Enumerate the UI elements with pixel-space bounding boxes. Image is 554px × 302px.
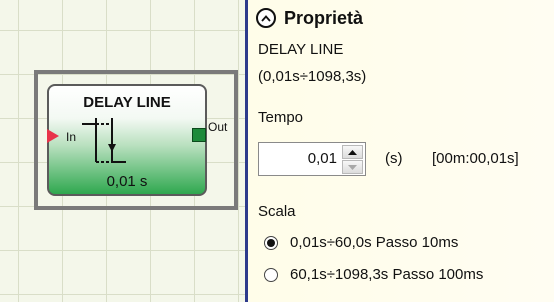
radio-selected-dot bbox=[267, 239, 275, 247]
scale-option-1-label[interactable]: 0,01s÷60,0s Passo 10ms bbox=[290, 234, 458, 251]
time-spinbox[interactable]: 0,01 bbox=[258, 142, 366, 176]
scale-option-2-label[interactable]: 60,1s÷1098,3s Passo 100ms bbox=[290, 266, 483, 283]
collapse-chevron-icon[interactable] bbox=[256, 8, 276, 28]
block-title: DELAY LINE bbox=[83, 94, 171, 111]
scale-radio-2[interactable] bbox=[264, 268, 278, 282]
scale-radio-1[interactable] bbox=[264, 236, 278, 250]
spin-up-icon[interactable] bbox=[342, 145, 363, 159]
time-unit: (s) bbox=[385, 150, 403, 167]
time-input[interactable]: 0,01 bbox=[308, 150, 337, 167]
properties-title: Proprietà bbox=[284, 7, 364, 28]
block-name: DELAY LINE bbox=[258, 41, 344, 58]
block-delay-value: 0,01 s bbox=[106, 173, 148, 190]
delay-pulse-icon bbox=[82, 118, 126, 163]
output-port-icon[interactable] bbox=[192, 128, 206, 142]
time-label: Tempo bbox=[258, 109, 304, 126]
scale-label: Scala bbox=[258, 203, 296, 220]
input-port-icon[interactable] bbox=[47, 129, 59, 143]
spin-down-icon[interactable] bbox=[342, 160, 363, 174]
time-range: (0,01s÷1098,3s) bbox=[258, 68, 367, 85]
output-port-label: Out bbox=[208, 120, 228, 134]
input-port-label: In bbox=[66, 130, 77, 144]
properties-header[interactable]: Proprietà bbox=[256, 4, 363, 32]
time-formatted: [00m:00,01s] bbox=[432, 150, 519, 167]
